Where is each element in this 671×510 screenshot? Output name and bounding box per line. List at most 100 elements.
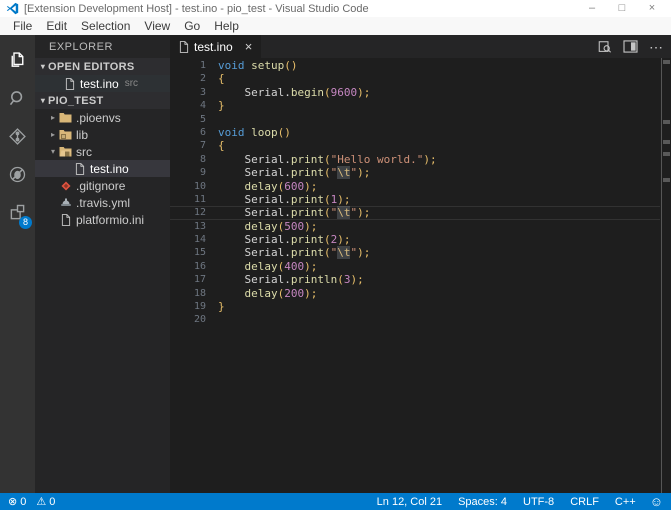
source-control-icon[interactable]	[0, 117, 35, 155]
line-number: 16	[170, 260, 206, 273]
workbench: 8 EXPLORER ▾ OPEN EDITORS test.inosrc ▾ …	[0, 35, 671, 493]
open-preview-icon[interactable]	[597, 40, 612, 54]
line-number: 17	[170, 273, 206, 286]
code-line-9[interactable]: 9 Serial.print("\t");	[170, 166, 660, 179]
window-controls: – □ ×	[577, 0, 667, 17]
status-encoding[interactable]: UTF-8	[523, 496, 554, 508]
code-line-15[interactable]: 15 Serial.print("\t");	[170, 246, 660, 259]
code-line-14[interactable]: 14 Serial.print(2);	[170, 233, 660, 246]
tree-item-platformio.ini[interactable]: platformio.ini	[35, 211, 170, 228]
menu-edit[interactable]: Edit	[39, 17, 74, 35]
status-language-mode[interactable]: C++	[615, 496, 636, 508]
code-line-17[interactable]: 17 Serial.println(3);	[170, 273, 660, 286]
file-tree: ▸.pioenvs▸lib▾srctest.ino.gitignore.trav…	[35, 109, 170, 228]
status-eol-sequence[interactable]: CRLF	[570, 496, 599, 508]
line-content: Serial.print("\t");	[206, 166, 370, 179]
line-content: {	[206, 139, 225, 152]
explorer-icon[interactable]	[0, 41, 35, 79]
section-open-editors[interactable]: ▾ OPEN EDITORS	[35, 58, 170, 75]
code-editor[interactable]: 1void setup()2{3 Serial.begin(9600);4}56…	[170, 58, 671, 493]
overview-ruler-mark	[663, 60, 670, 64]
code-line-5[interactable]: 5	[170, 113, 660, 126]
error-icon: ⊗	[8, 495, 17, 508]
status-left: ⊗ 0 ⚠ 0	[8, 495, 65, 508]
warning-count[interactable]: ⚠ 0	[36, 495, 55, 508]
status-cursor-position[interactable]: Ln 12, Col 21	[377, 496, 442, 508]
code-line-20[interactable]: 20	[170, 313, 660, 326]
code-line-3[interactable]: 3 Serial.begin(9600);	[170, 86, 660, 99]
code-line-8[interactable]: 8 Serial.print("Hello world.");	[170, 153, 660, 166]
tab-close-icon[interactable]: ×	[245, 40, 253, 53]
line-number: 5	[170, 113, 206, 126]
vscode-logo-icon	[6, 2, 19, 15]
twistie-expanded-icon[interactable]: ▾	[48, 147, 58, 156]
tab-test-ino[interactable]: test.ino ×	[170, 35, 261, 58]
twistie-collapsed-icon[interactable]: ▸	[48, 113, 58, 122]
item-label: test.ino	[80, 77, 119, 91]
line-content: Serial.print(2);	[206, 233, 350, 246]
code-line-1[interactable]: 1void setup()	[170, 59, 660, 72]
code-line-13[interactable]: 13 delay(500);	[170, 220, 660, 233]
maximize-icon[interactable]: □	[607, 0, 637, 17]
open-editor-item-test.ino[interactable]: test.inosrc	[35, 75, 170, 92]
folder-lib-icon	[58, 129, 73, 140]
code-line-2[interactable]: 2{	[170, 72, 660, 85]
line-content: }	[206, 99, 225, 112]
split-editor-icon[interactable]	[623, 40, 638, 53]
line-content	[206, 313, 218, 326]
item-label: test.ino	[90, 162, 129, 176]
tree-item-lib[interactable]: ▸ lib	[35, 126, 170, 143]
code-line-10[interactable]: 10 delay(600);	[170, 180, 660, 193]
section-project-root[interactable]: ▾ PIO_TEST	[35, 92, 170, 109]
search-icon[interactable]	[0, 79, 35, 117]
tree-item-test.ino[interactable]: test.ino	[35, 160, 170, 177]
line-number: 19	[170, 300, 206, 313]
line-content	[206, 113, 218, 126]
overview-ruler-border	[661, 58, 662, 493]
extensions-icon[interactable]: 8	[0, 193, 35, 231]
error-count[interactable]: ⊗ 0	[8, 495, 26, 508]
line-content: void loop()	[206, 126, 291, 139]
close-icon[interactable]: ×	[637, 0, 667, 17]
item-label: src	[76, 145, 92, 159]
error-count-value: 0	[20, 496, 26, 508]
code-line-12[interactable]: 12 Serial.print("\t");	[170, 206, 660, 219]
line-number: 3	[170, 86, 206, 99]
tree-item-.travis.yml[interactable]: .travis.yml	[35, 194, 170, 211]
vscode-window: [Extension Development Host] - test.ino …	[0, 0, 671, 510]
code-line-11[interactable]: 11 Serial.print(1);	[170, 193, 660, 206]
code-line-16[interactable]: 16 delay(400);	[170, 260, 660, 273]
twistie-collapsed-icon[interactable]: ▸	[48, 130, 58, 139]
code-line-6[interactable]: 6void loop()	[170, 126, 660, 139]
line-number: 9	[170, 166, 206, 179]
code-line-7[interactable]: 7{	[170, 139, 660, 152]
travis-icon	[58, 197, 73, 209]
folder-icon	[58, 112, 73, 123]
menu-view[interactable]: View	[137, 17, 177, 35]
status-bar: ⊗ 0 ⚠ 0 Ln 12, Col 21 Spaces: 4 UTF-8 CRLF C…	[0, 493, 671, 510]
minimize-icon[interactable]: –	[577, 0, 607, 17]
file-icon	[72, 163, 87, 175]
item-label: lib	[76, 128, 88, 142]
feedback-smiley-icon[interactable]: ☺	[650, 495, 663, 508]
tree-item-.pioenvs[interactable]: ▸.pioenvs	[35, 109, 170, 126]
code-line-4[interactable]: 4}	[170, 99, 660, 112]
code-lines: 1void setup()2{3 Serial.begin(9600);4}56…	[170, 59, 660, 327]
menu-help[interactable]: Help	[207, 17, 246, 35]
tree-item-.gitignore[interactable]: .gitignore	[35, 177, 170, 194]
more-actions-icon[interactable]: ⋯	[649, 42, 663, 52]
file-icon	[62, 78, 77, 90]
code-line-19[interactable]: 19}	[170, 300, 660, 313]
menu-go[interactable]: Go	[177, 17, 207, 35]
status-right: Ln 12, Col 21 Spaces: 4 UTF-8 CRLF C++	[361, 496, 636, 508]
debug-icon[interactable]	[0, 155, 35, 193]
overview-ruler-mark	[663, 120, 670, 124]
line-number: 7	[170, 139, 206, 152]
menu-selection[interactable]: Selection	[74, 17, 137, 35]
code-line-18[interactable]: 18 delay(200);	[170, 287, 660, 300]
line-number: 6	[170, 126, 206, 139]
status-indentation[interactable]: Spaces: 4	[458, 496, 507, 508]
tree-item-src[interactable]: ▾ src	[35, 143, 170, 160]
menu-file[interactable]: File	[6, 17, 39, 35]
activity-bar: 8	[0, 35, 35, 493]
